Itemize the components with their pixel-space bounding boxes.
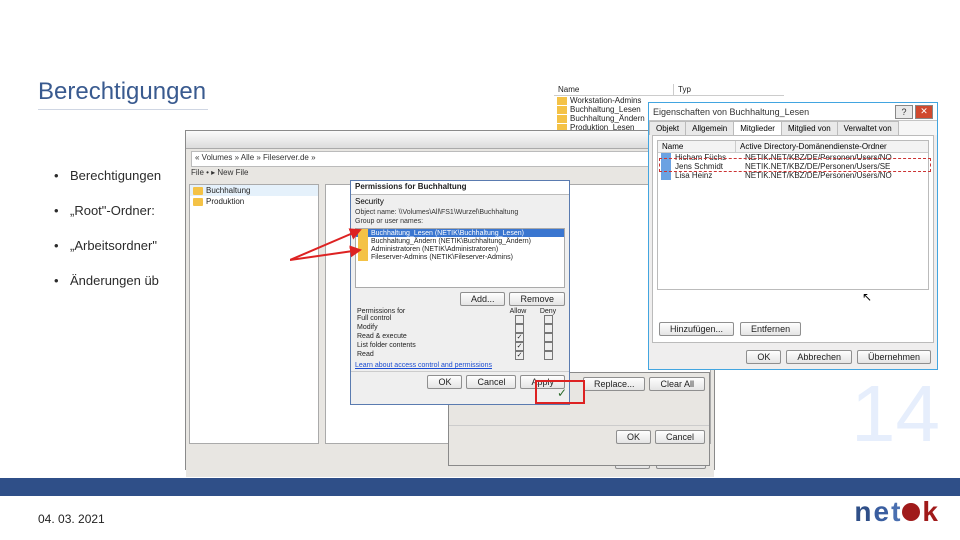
group-icon bbox=[358, 253, 368, 261]
user-icon bbox=[661, 162, 671, 171]
perm-row: Full control bbox=[351, 315, 569, 324]
allow-checkbox[interactable] bbox=[515, 315, 524, 324]
group-icon bbox=[358, 229, 368, 237]
folder-icon bbox=[193, 198, 203, 206]
folder-icon bbox=[193, 187, 203, 195]
folder-item[interactable]: Buchhaltung bbox=[190, 185, 318, 196]
window-titlebar[interactable]: Eigenschaften von Buchhaltung_Lesen ? ✕ bbox=[649, 103, 937, 121]
help-button[interactable]: ? bbox=[895, 105, 913, 119]
deny-checkbox[interactable] bbox=[544, 324, 553, 333]
cancel-button[interactable]: Cancel bbox=[655, 430, 705, 444]
address-bar[interactable]: « Volumes » Alle » Fileserver.de » bbox=[191, 151, 709, 167]
groups-listbox[interactable]: Buchhaltung_Lesen (NETIK\Buchhaltung_Les… bbox=[355, 228, 565, 288]
allow-checkbox[interactable] bbox=[515, 324, 524, 333]
add-button[interactable]: Add... bbox=[460, 292, 506, 306]
group-item[interactable]: Fileserver-Admins (NETIK\Fileserver-Admi… bbox=[356, 253, 564, 261]
user-icon bbox=[661, 171, 671, 180]
close-button[interactable]: ✕ bbox=[915, 105, 933, 119]
perm-row: List folder contents✓ bbox=[351, 342, 569, 351]
apply-button[interactable]: Übernehmen bbox=[857, 350, 931, 364]
group-icon bbox=[557, 97, 567, 105]
cursor-icon: ↖ bbox=[862, 290, 872, 304]
col-name[interactable]: Name bbox=[658, 141, 736, 152]
group-item[interactable]: Buchhaltung_Lesen (NETIK\Buchhaltung_Les… bbox=[356, 229, 564, 237]
window-titlebar[interactable] bbox=[186, 131, 714, 149]
bullet-item: Berechtigungen bbox=[54, 168, 161, 183]
bullet-item: „Root"-Ordner: bbox=[54, 203, 161, 218]
remove-button[interactable]: Remove bbox=[509, 292, 565, 306]
tab-allgemein[interactable]: Allgemein bbox=[685, 121, 734, 135]
ok-button[interactable]: OK bbox=[427, 375, 462, 389]
perm-row: Modify bbox=[351, 324, 569, 333]
allow-checkbox[interactable]: ✓ bbox=[515, 351, 524, 360]
groups-label: Group or user names: bbox=[351, 217, 569, 226]
col-type[interactable]: Typ bbox=[674, 84, 695, 95]
slide-date: 04. 03. 2021 bbox=[38, 512, 105, 526]
cancel-button[interactable]: Abbrechen bbox=[786, 350, 852, 364]
add-button[interactable]: Hinzufügen... bbox=[659, 322, 734, 336]
tab-verwaltet-von[interactable]: Verwaltet von bbox=[837, 121, 899, 135]
perm-col-name: Permissions for bbox=[357, 308, 503, 315]
logo-dot-icon bbox=[902, 503, 920, 521]
toolbar[interactable]: File • ▸ New File bbox=[186, 167, 714, 181]
remove-button[interactable]: Entfernen bbox=[740, 322, 801, 336]
deny-checkbox[interactable] bbox=[544, 315, 553, 324]
ok-button[interactable]: OK bbox=[616, 430, 651, 444]
members-table[interactable]: NameActive Directory-Domänendienste-Ordn… bbox=[657, 140, 929, 290]
user-icon bbox=[661, 153, 671, 162]
object-name-label: Object name: \\Volumes\All\FS1\Wurzel\Bu… bbox=[351, 208, 569, 217]
logo: netk bbox=[854, 496, 938, 528]
bullet-list: Berechtigungen „Root"-Ordner: „Arbeitsor… bbox=[54, 168, 161, 308]
folder-item[interactable]: Produktion bbox=[190, 196, 318, 207]
allow-checkbox[interactable]: ✓ bbox=[515, 333, 524, 342]
replace-button[interactable]: Replace... bbox=[583, 377, 646, 391]
group-icon bbox=[557, 106, 567, 114]
tab-security[interactable]: Security bbox=[351, 195, 569, 208]
col-name[interactable]: Name bbox=[554, 84, 674, 95]
folder-tree[interactable]: Buchhaltung Produktion bbox=[189, 184, 319, 444]
group-item[interactable]: Buchhaltung_Ändern (NETIK\Buchhaltung_Än… bbox=[356, 237, 564, 245]
perm-col-deny: Deny bbox=[533, 308, 563, 315]
permissions-dialog: Permissions for Buchhaltung Security Obj… bbox=[350, 180, 570, 405]
cancel-button[interactable]: Cancel bbox=[466, 375, 516, 389]
perm-row: Read & execute✓ bbox=[351, 333, 569, 342]
tab-mitglied-von[interactable]: Mitglied von bbox=[781, 121, 838, 135]
group-icon bbox=[358, 245, 368, 253]
checkmark-icon: ✓ bbox=[557, 386, 567, 400]
ok-button[interactable]: OK bbox=[746, 350, 781, 364]
deny-checkbox[interactable] bbox=[544, 342, 553, 351]
footer-bar bbox=[0, 478, 960, 496]
dialog-title: Eigenschaften von Buchhaltung_Lesen bbox=[653, 107, 809, 117]
annotation-highlight-box: ✓ bbox=[535, 380, 585, 404]
group-icon bbox=[557, 115, 567, 123]
page-number: 14 bbox=[851, 368, 940, 460]
dialog-title[interactable]: Permissions for Buchhaltung bbox=[351, 181, 569, 195]
col-path[interactable]: Active Directory-Domänendienste-Ordner bbox=[736, 141, 891, 152]
perm-col-allow: Allow bbox=[503, 308, 533, 315]
clear-all-button[interactable]: Clear All bbox=[649, 377, 705, 391]
allow-checkbox[interactable]: ✓ bbox=[515, 342, 524, 351]
tab-mitglieder[interactable]: Mitglieder bbox=[733, 121, 782, 135]
deny-checkbox[interactable] bbox=[544, 333, 553, 342]
table-row[interactable]: Jens SchmidtNETIK.NET/KBZ/DE/Personen/Us… bbox=[658, 162, 928, 171]
learn-more-link[interactable]: Learn about access control and permissio… bbox=[351, 360, 569, 371]
table-row[interactable]: Lisa HeinzNETIK.NET/KBZ/DE/Personen/User… bbox=[658, 171, 928, 180]
bullet-item: „Arbeitsordner" bbox=[54, 238, 161, 253]
slide-title: Berechtigungen bbox=[38, 78, 208, 110]
perm-row: Read✓ bbox=[351, 351, 569, 360]
group-icon bbox=[358, 237, 368, 245]
deny-checkbox[interactable] bbox=[544, 351, 553, 360]
tabs: Objekt Allgemein Mitglieder Mitglied von… bbox=[649, 121, 937, 135]
bullet-item: Änderungen üb bbox=[54, 273, 161, 288]
properties-dialog: Eigenschaften von Buchhaltung_Lesen ? ✕ … bbox=[648, 102, 938, 370]
table-row[interactable]: Hicham FüchsNETIK.NET/KBZ/DE/Personen/Us… bbox=[658, 153, 928, 162]
tab-objekt[interactable]: Objekt bbox=[649, 121, 686, 135]
group-item[interactable]: Administratoren (NETIK\Administratoren) bbox=[356, 245, 564, 253]
